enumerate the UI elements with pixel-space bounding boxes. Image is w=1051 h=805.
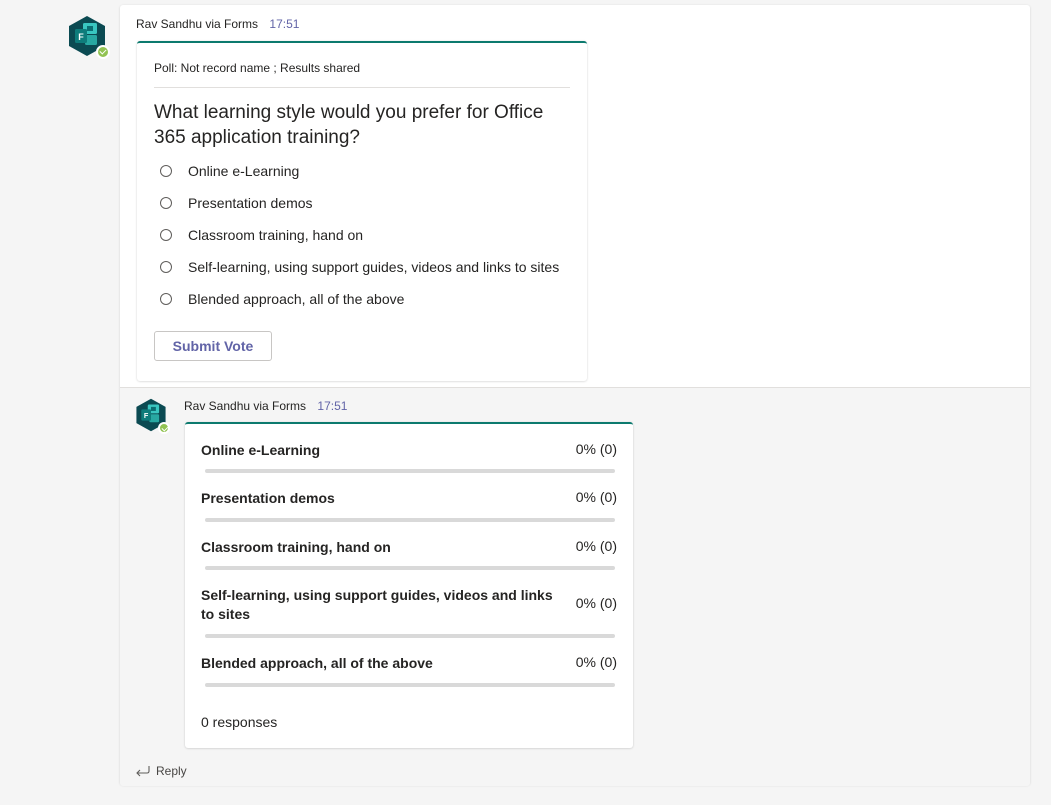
- reply-section: F Rav Sandhu via Forms 17:51 Online e-Le…: [120, 387, 1030, 786]
- svg-text:F: F: [78, 32, 84, 42]
- result-percent: 0% (0): [575, 489, 617, 505]
- radio-button[interactable]: [160, 261, 172, 273]
- reply-arrow-icon: [136, 766, 150, 777]
- svg-text:F: F: [144, 411, 149, 420]
- result-row: Self-learning, using support guides, vid…: [201, 585, 617, 643]
- sender-name: Rav Sandhu via Forms: [184, 399, 307, 413]
- poll-message-header: Rav Sandhu via Forms 17:51: [136, 17, 299, 31]
- poll-subtitle: Poll: Not record name ; Results shared: [154, 61, 361, 75]
- result-row: Classroom training, hand on 0% (0): [201, 537, 617, 577]
- result-percent: 0% (0): [575, 654, 617, 670]
- message-time: 17:51: [269, 17, 300, 31]
- option-label: Online e-Learning: [188, 163, 300, 179]
- poll-option[interactable]: Classroom training, hand on: [154, 225, 363, 245]
- result-row: Presentation demos 0% (0): [201, 488, 617, 528]
- forms-avatar[interactable]: F: [134, 398, 170, 434]
- available-check-icon: [96, 45, 110, 59]
- poll-option[interactable]: Presentation demos: [154, 193, 313, 213]
- poll-option[interactable]: Online e-Learning: [154, 161, 299, 181]
- poll-card: Poll: Not record name ; Results shared W…: [137, 41, 587, 381]
- divider: [154, 87, 570, 88]
- result-row: Online e-Learning 0% (0): [201, 440, 617, 480]
- result-percent: 0% (0): [575, 441, 617, 457]
- result-bar: [205, 634, 615, 638]
- forms-avatar[interactable]: F: [66, 15, 110, 59]
- result-percent: 0% (0): [575, 595, 617, 611]
- radio-button[interactable]: [160, 229, 172, 241]
- result-label: Presentation demos: [201, 490, 335, 506]
- result-bar: [205, 518, 615, 522]
- message-thread: Rav Sandhu via Forms 17:51 Poll: Not rec…: [120, 5, 1030, 786]
- results-message-header: Rav Sandhu via Forms 17:51: [184, 399, 347, 413]
- available-check-icon: [158, 422, 170, 434]
- result-row: Blended approach, all of the above 0% (0…: [201, 653, 617, 693]
- sender-name: Rav Sandhu via Forms: [136, 17, 259, 31]
- option-label: Blended approach, all of the above: [188, 291, 405, 307]
- option-label: Presentation demos: [188, 195, 313, 211]
- result-bar: [205, 683, 615, 687]
- radio-button[interactable]: [160, 197, 172, 209]
- reply-button[interactable]: Reply: [135, 764, 187, 778]
- results-card: Online e-Learning 0% (0) Presentation de…: [185, 422, 633, 748]
- poll-question: What learning style would you prefer for…: [154, 102, 544, 148]
- poll-option[interactable]: Self-learning, using support guides, vid…: [154, 257, 559, 277]
- message-time: 17:51: [317, 399, 348, 413]
- submit-vote-button[interactable]: Submit Vote: [154, 331, 272, 361]
- radio-button[interactable]: [160, 165, 172, 177]
- reply-label: Reply: [156, 764, 187, 778]
- responses-count: 0 responses: [201, 714, 278, 730]
- result-label: Classroom training, hand on: [201, 539, 391, 555]
- result-label: Blended approach, all of the above: [201, 655, 433, 671]
- result-label: Online e-Learning: [201, 442, 321, 458]
- result-percent: 0% (0): [575, 538, 617, 554]
- radio-button[interactable]: [160, 293, 172, 305]
- option-label: Self-learning, using support guides, vid…: [188, 259, 560, 275]
- result-bar: [205, 469, 615, 473]
- option-label: Classroom training, hand on: [188, 227, 364, 243]
- result-label: Self-learning, using support guides, vid…: [201, 587, 553, 622]
- result-bar: [205, 566, 615, 570]
- poll-option[interactable]: Blended approach, all of the above: [154, 289, 404, 309]
